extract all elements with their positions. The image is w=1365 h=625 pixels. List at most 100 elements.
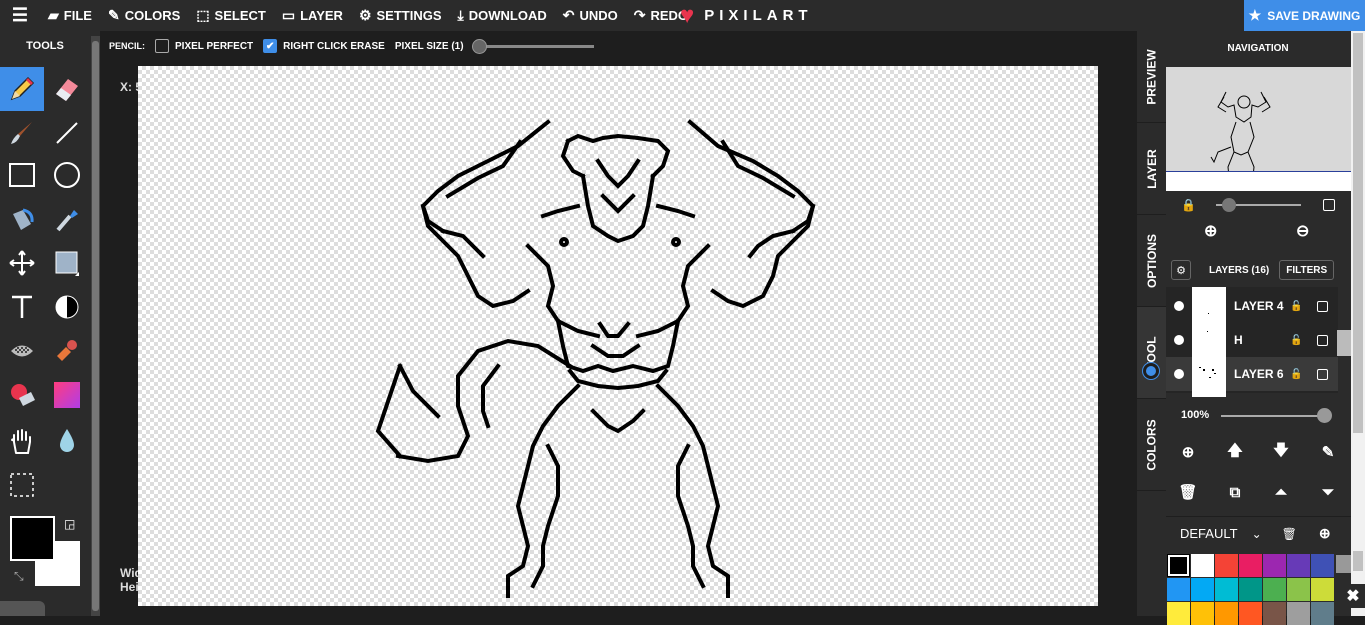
palette-swatch[interactable] — [1239, 578, 1262, 601]
palette-swatch[interactable] — [1167, 578, 1190, 601]
add-palette-icon[interactable]: ⊕ — [1319, 525, 1331, 542]
pixel-size-slider-knob[interactable] — [471, 38, 487, 54]
palette-swatch[interactable] — [1287, 578, 1310, 601]
delete-palette-icon[interactable]: 🗑 — [1282, 527, 1297, 541]
delete-layer-icon[interactable]: 🗑 — [1176, 480, 1200, 504]
rectangle-tool-icon[interactable] — [0, 153, 44, 197]
color-replace-tool-icon[interactable] — [0, 373, 44, 417]
palette-swatch[interactable] — [1215, 578, 1238, 601]
navigation-viewport-rect[interactable] — [1166, 171, 1351, 191]
palette-swatch[interactable] — [1263, 602, 1286, 625]
unlock-icon[interactable]: 🔓 — [1290, 301, 1302, 312]
panel-scrollbar-thumb[interactable] — [1337, 330, 1351, 356]
circle-tool-icon[interactable] — [45, 153, 89, 197]
palette-swatch[interactable] — [1263, 578, 1286, 601]
text-tool-icon[interactable] — [0, 285, 44, 329]
layer-opacity-slider-knob[interactable] — [1317, 408, 1332, 423]
move-tool-icon[interactable] — [0, 241, 44, 285]
add-layer-icon[interactable]: ⊕ — [1176, 440, 1200, 464]
layer-visibility-dot[interactable] — [1174, 335, 1184, 345]
edit-layer-icon[interactable]: ✎ — [1316, 440, 1340, 464]
unlock-icon[interactable]: 🔓 — [1290, 335, 1302, 346]
palette-swatch[interactable] — [1311, 602, 1334, 625]
page-scrollbar-thumb-lower[interactable] — [1353, 551, 1363, 571]
page-scrollbar-thumb[interactable] — [1353, 33, 1363, 433]
drawing-canvas[interactable] — [138, 66, 1098, 606]
water-drop-tool-icon[interactable] — [45, 419, 89, 463]
navigation-zoom-slider[interactable] — [1216, 198, 1301, 212]
nav-toggle-checkbox[interactable] — [1323, 196, 1335, 214]
layer-up-icon[interactable]: 🡅 — [1223, 440, 1247, 464]
palette-swatch[interactable] — [1215, 554, 1238, 577]
lock-icon[interactable]: 🔒 — [1181, 196, 1196, 214]
layer-select-checkbox[interactable] — [1317, 300, 1328, 312]
swap-colors-icon[interactable]: ◲ — [64, 517, 75, 531]
selection-tool-icon[interactable] — [0, 463, 44, 507]
layer-select-checkbox[interactable] — [1317, 368, 1328, 380]
merge-down-icon[interactable]: ⏷ — [1316, 480, 1340, 504]
file-menu-button[interactable]: ▰ FILE — [40, 0, 100, 31]
palette-swatch[interactable] — [1191, 554, 1214, 577]
tools-scrollbar-thumb[interactable] — [92, 41, 99, 611]
palette-swatch[interactable] — [1191, 578, 1214, 601]
palette-swatch[interactable] — [1311, 554, 1334, 577]
zoom-in-icon[interactable]: ⊕ — [1204, 221, 1217, 241]
layer-visibility-dot[interactable] — [1174, 369, 1184, 379]
chevron-down-icon[interactable]: ⌄ — [1252, 527, 1262, 541]
lighten-tool-icon[interactable] — [45, 285, 89, 329]
pixel-perfect-checkbox[interactable] — [155, 39, 169, 53]
duplicate-layer-icon[interactable]: ⧉ — [1223, 480, 1247, 504]
pixel-perfect-option[interactable]: PIXEL PERFECT — [155, 39, 253, 53]
shape-select-tool-icon[interactable] — [45, 241, 89, 285]
dither-tool-icon[interactable] — [0, 329, 44, 373]
eyedropper-tool-icon[interactable] — [45, 197, 89, 241]
primary-color-swatch[interactable] — [10, 516, 55, 561]
tab-layer[interactable]: LAYER — [1137, 123, 1166, 215]
palette-swatch[interactable] — [1311, 578, 1334, 601]
settings-menu-button[interactable]: ⚙ SETTINGS — [351, 0, 450, 31]
layer-opacity-slider[interactable] — [1221, 408, 1332, 423]
navigation-preview[interactable] — [1166, 67, 1351, 191]
save-drawing-button[interactable]: ★ SAVE DRAWING — [1244, 0, 1365, 31]
palette-name-select[interactable]: DEFAULT — [1180, 526, 1238, 541]
eraser-tool-icon[interactable] — [45, 67, 89, 111]
close-icon[interactable]: ✖ — [1341, 584, 1365, 608]
layer-select-checkbox[interactable] — [1317, 334, 1328, 346]
pixel-size-slider[interactable] — [471, 38, 594, 54]
tab-preview[interactable]: PREVIEW — [1137, 31, 1166, 123]
tools-bottom-tab[interactable] — [0, 601, 45, 616]
filters-button[interactable]: FILTERS — [1279, 260, 1335, 280]
reset-colors-icon[interactable]: ⤡ — [14, 569, 24, 584]
palette-swatch[interactable] — [1287, 602, 1310, 625]
palette-swatch[interactable] — [1287, 554, 1310, 577]
navigation-zoom-slider-knob[interactable] — [1222, 198, 1236, 212]
right-click-erase-checkbox[interactable]: ✔ — [263, 39, 278, 53]
select-menu-button[interactable]: ⬚ SELECT — [188, 0, 274, 31]
tab-options[interactable]: OPTIONS — [1137, 215, 1166, 307]
palette-swatch[interactable] — [1239, 554, 1262, 577]
unlock-icon[interactable]: 🔓 — [1290, 369, 1302, 380]
tab-tool[interactable]: TOOL — [1137, 307, 1166, 399]
gradient-tool-icon[interactable] — [45, 373, 89, 417]
page-scrollbar[interactable] — [1351, 31, 1365, 616]
palette-swatch[interactable] — [1239, 602, 1262, 625]
line-tool-icon[interactable] — [45, 111, 89, 155]
layer-menu-button[interactable]: ▭ LAYER — [274, 0, 351, 31]
brand-logo[interactable]: ♥ PIXILART — [680, 0, 813, 31]
palette-swatch[interactable] — [1191, 602, 1214, 625]
brush-tool-icon[interactable] — [0, 111, 44, 155]
stamp-tool-icon[interactable] — [45, 329, 89, 373]
right-click-erase-option[interactable]: ✔ RIGHT CLICK ERASE — [263, 39, 385, 53]
tools-scrollbar[interactable] — [91, 36, 100, 616]
download-menu-button[interactable]: ⤓ DOWNLOAD — [450, 0, 555, 31]
layer-settings-gear-icon[interactable]: ⚙ — [1171, 260, 1191, 280]
merge-up-icon[interactable]: ⏶ — [1269, 480, 1293, 504]
layer-visibility-dot[interactable] — [1174, 301, 1184, 311]
pencil-tool-icon[interactable] — [0, 67, 44, 111]
hand-tool-icon[interactable] — [0, 419, 44, 463]
layer-down-icon[interactable]: 🡇 — [1269, 440, 1293, 464]
hamburger-menu-icon[interactable]: ☰ — [0, 0, 40, 31]
tab-colors[interactable]: COLORS — [1137, 399, 1166, 491]
undo-button[interactable]: ↶ UNDO — [555, 0, 626, 31]
zoom-out-icon[interactable]: ⊖ — [1296, 221, 1309, 241]
